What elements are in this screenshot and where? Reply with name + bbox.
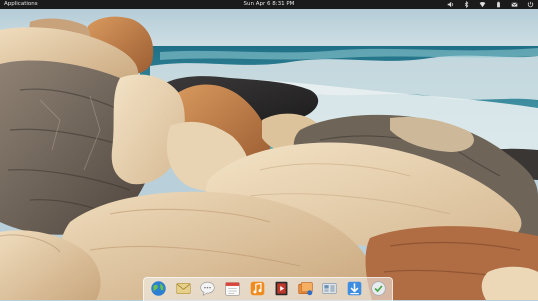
video-icon[interactable] <box>273 280 290 297</box>
chat-icon[interactable] <box>199 280 216 297</box>
settings-icon[interactable] <box>321 280 338 297</box>
updates-icon[interactable] <box>370 280 387 297</box>
wifi-icon[interactable] <box>479 1 486 8</box>
software-center-icon[interactable] <box>346 280 363 297</box>
music-icon[interactable] <box>249 280 266 297</box>
mail-app-icon[interactable] <box>175 280 192 297</box>
browser-icon[interactable] <box>150 280 167 297</box>
volume-icon[interactable] <box>447 1 454 8</box>
bluetooth-icon[interactable] <box>463 1 470 8</box>
top-panel: Applications Sun Apr 6 8:31 PM <box>0 0 538 9</box>
mail-icon[interactable] <box>511 1 518 8</box>
power-icon[interactable] <box>527 1 534 8</box>
desktop-wallpaper <box>0 0 538 300</box>
indicator-area <box>447 0 534 9</box>
battery-icon[interactable] <box>495 1 502 8</box>
calendar-icon[interactable] <box>224 280 241 297</box>
photos-icon[interactable] <box>297 280 314 297</box>
